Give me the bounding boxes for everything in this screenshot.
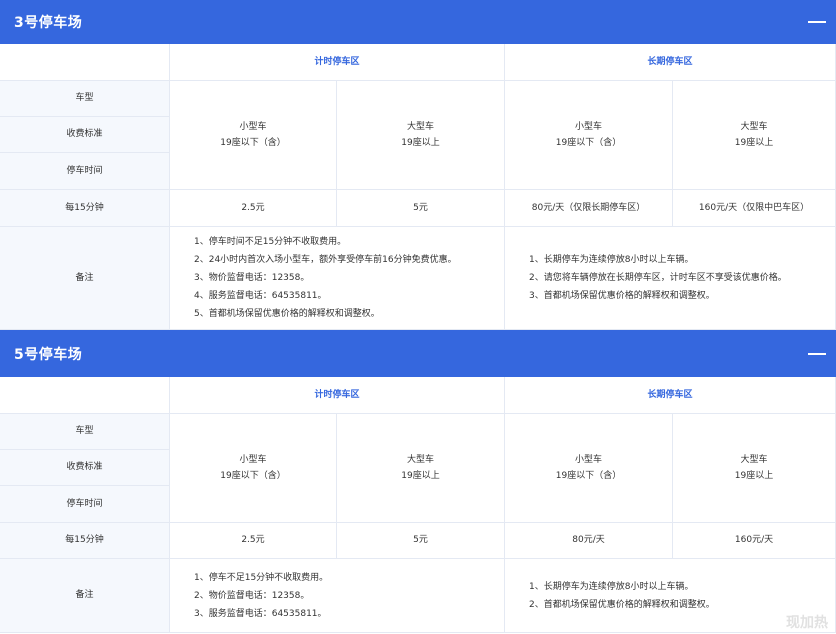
row-label-rate: 每15分钟 xyxy=(0,190,170,227)
rate-value: 2.5元 xyxy=(170,190,337,227)
zone-header-long-term: 长期停车区 xyxy=(505,44,836,81)
parking-lot-title: 3号停车场 xyxy=(14,15,83,31)
parking-lot-3-header[interactable]: 3号停车场 xyxy=(0,0,836,44)
car-type: 小型车 xyxy=(574,454,602,465)
parking-lot-3-section: 3号停车场 计时停车区 长期停车区 车型 收费标准 停车时间 小型车 19座以下… xyxy=(0,0,836,330)
parking-lot-5-header[interactable]: 5号停车场 xyxy=(0,330,836,377)
rate-value: 160元/天 xyxy=(673,523,836,559)
note-item: 3、物价监督电话：12358。 xyxy=(194,273,310,283)
note-item: 1、停车不足15分钟不收取费用。 xyxy=(194,572,329,583)
car-cell: 大型车 19座以上 xyxy=(337,414,505,523)
note-item: 1、长期停车为连续停放8小时以上车辆。 xyxy=(529,255,694,265)
note-item: 2、请您将车辆停放在长期停车区，计时车区不享受该优惠价格。 xyxy=(529,273,787,283)
car-type: 小型车 xyxy=(239,454,267,465)
row-label-fee-standard: 收费标准 xyxy=(0,117,170,153)
rate-value: 5元 xyxy=(337,523,505,559)
note-item: 1、长期停车为连续停放8小时以上车辆。 xyxy=(529,581,694,592)
rate-value: 160元/天（仅限中巴车区） xyxy=(673,190,836,227)
car-cell: 大型车 19座以上 xyxy=(673,81,836,190)
notes-timed: 1、停车不足15分钟不收取费用。 2、物价监督电话：12358。 3、服务监督电… xyxy=(170,559,505,633)
table-corner xyxy=(0,44,170,81)
car-seats: 19座以下（含） xyxy=(220,138,286,148)
note-item: 4、服务监督电话：64535811。 xyxy=(194,291,327,301)
car-seats: 19座以上 xyxy=(401,471,440,481)
parking-lot-title: 5号停车场 xyxy=(14,346,83,363)
note-item: 1、停车时间不足15分钟不收取费用。 xyxy=(194,237,347,247)
rate-value: 80元/天（仅限长期停车区） xyxy=(505,190,673,227)
car-seats: 19座以上 xyxy=(734,471,774,481)
zone-header-timed: 计时停车区 xyxy=(170,377,505,414)
row-label-fee-standard: 收费标准 xyxy=(0,450,170,486)
row-label-parking-time: 停车时间 xyxy=(0,486,170,523)
table-corner xyxy=(0,377,170,414)
notes-timed: 1、停车时间不足15分钟不收取费用。 2、24小时内首次入场小型车，额外享受停车… xyxy=(170,227,505,330)
car-seats: 19座以下（含） xyxy=(555,138,622,148)
fee-table: 计时停车区 长期停车区 车型 收费标准 停车时间 小型车 19座以下（含） 大型… xyxy=(0,377,836,633)
row-label-vehicle-type: 车型 xyxy=(0,414,170,450)
car-cell: 小型车 19座以下（含） xyxy=(170,414,337,523)
car-type: 大型车 xyxy=(740,454,768,465)
note-item: 2、24小时内首次入场小型车，额外享受停车前16分钟免费优惠。 xyxy=(194,255,457,265)
car-type: 小型车 xyxy=(239,121,267,132)
zone-header-timed: 计时停车区 xyxy=(170,44,505,81)
row-label-rate: 每15分钟 xyxy=(0,523,170,559)
car-cell: 小型车 19座以下（含） xyxy=(505,81,673,190)
car-type: 大型车 xyxy=(406,454,434,465)
car-type: 大型车 xyxy=(406,121,434,132)
car-cell: 小型车 19座以下（含） xyxy=(505,414,673,523)
rate-value: 80元/天 xyxy=(505,523,673,559)
zone-header-long-term: 长期停车区 xyxy=(505,377,836,414)
car-seats: 19座以下（含） xyxy=(555,471,622,481)
car-seats: 19座以下（含） xyxy=(220,471,286,481)
collapse-icon[interactable] xyxy=(808,352,826,355)
watermark-logo: 现加热 xyxy=(786,615,828,631)
parking-lot-5-section: 5号停车场 计时停车区 长期停车区 车型 收费标准 停车时间 小型车 19座以下… xyxy=(0,330,836,633)
rate-value: 5元 xyxy=(337,190,505,227)
notes-long-term: 1、长期停车为连续停放8小时以上车辆。 2、请您将车辆停放在长期停车区，计时车区… xyxy=(505,227,836,330)
note-item: 2、首都机场保留优惠价格的解释权和调整权。 xyxy=(529,599,715,610)
car-seats: 19座以上 xyxy=(401,138,440,148)
car-seats: 19座以上 xyxy=(734,138,774,148)
note-item: 3、首都机场保留优惠价格的解释权和调整权。 xyxy=(529,291,715,301)
row-label-vehicle-type: 车型 xyxy=(0,81,170,117)
car-cell: 小型车 19座以下（含） xyxy=(170,81,337,190)
car-cell: 大型车 19座以上 xyxy=(337,81,505,190)
note-item: 5、首都机场保留优惠价格的解释权和调整权。 xyxy=(194,309,380,319)
note-item: 2、物价监督电话：12358。 xyxy=(194,590,310,601)
fee-table: 计时停车区 长期停车区 车型 收费标准 停车时间 小型车 19座以下（含） 大型… xyxy=(0,44,836,330)
car-type: 小型车 xyxy=(574,121,602,132)
car-type: 大型车 xyxy=(740,121,768,132)
row-label-notes: 备注 xyxy=(0,559,170,633)
rate-value: 2.5元 xyxy=(170,523,337,559)
note-item: 3、服务监督电话：64535811。 xyxy=(194,608,327,619)
row-label-notes: 备注 xyxy=(0,227,170,330)
collapse-icon[interactable] xyxy=(808,21,826,23)
row-label-parking-time: 停车时间 xyxy=(0,153,170,190)
car-cell: 大型车 19座以上 xyxy=(673,414,836,523)
